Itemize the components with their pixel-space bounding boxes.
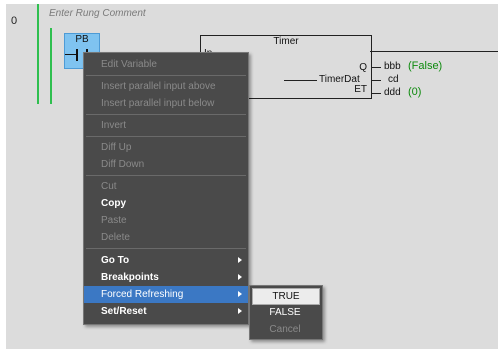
menu-item-delete: Delete — [101, 232, 130, 243]
menu-separator — [86, 248, 246, 249]
et-output-value: (0) — [408, 86, 422, 98]
data-output-wire — [371, 80, 381, 81]
menu-separator — [86, 175, 246, 176]
timer-et-pin: ET — [354, 84, 367, 95]
q-output-wire — [371, 67, 381, 68]
menu-item-invert: Invert — [101, 120, 127, 131]
menu-item-forced-refreshing[interactable]: Forced Refreshing — [84, 286, 248, 303]
menu-item-insert-parallel-above: Insert parallel input above — [101, 81, 216, 92]
timer-data-pin: TimerDat — [319, 74, 360, 85]
menu-separator — [86, 114, 246, 115]
timer-data-wire — [284, 80, 317, 81]
menu-item-diff-down: Diff Down — [101, 159, 145, 170]
menu-separator — [86, 136, 246, 137]
rung-comment[interactable]: Enter Rung Comment — [49, 8, 146, 19]
menu-item-forced-refreshing-label: Forced Refreshing — [101, 289, 184, 300]
timer-title: Timer — [273, 36, 299, 47]
menu-item-breakpoints[interactable]: Breakpoints — [84, 269, 248, 286]
menu-item-cut: Cut — [101, 181, 117, 192]
contact-label: PB — [75, 34, 89, 45]
menu-item-set-reset-label: Set/Reset — [101, 306, 147, 317]
submenu-item-true[interactable]: TRUE — [252, 288, 320, 305]
menu-item-go-to[interactable]: Go To — [84, 252, 248, 269]
menu-item-paste: Paste — [101, 215, 127, 226]
menu-item-breakpoints-label: Breakpoints — [101, 272, 159, 283]
rung-top-line — [370, 51, 498, 52]
submenu-arrow-icon — [238, 257, 242, 263]
submenu-arrow-icon — [238, 291, 242, 297]
context-menu: Edit Variable Insert parallel input abov… — [83, 52, 249, 325]
left-power-rail — [37, 4, 39, 104]
submenu-arrow-icon — [238, 308, 242, 314]
menu-separator — [86, 75, 246, 76]
forced-refreshing-submenu: TRUE FALSE Cancel — [249, 285, 323, 340]
menu-item-edit-variable: Edit Variable — [101, 59, 157, 70]
menu-item-diff-up: Diff Up — [101, 142, 132, 153]
menu-item-go-to-label: Go To — [101, 255, 130, 266]
q-output-value: (False) — [408, 60, 443, 72]
timer-q-pin: Q — [359, 62, 367, 73]
submenu-item-false[interactable]: FALSE — [252, 305, 318, 320]
rung-number: 0 — [11, 15, 18, 27]
menu-item-copy[interactable]: Copy — [84, 195, 248, 212]
menu-item-set-reset[interactable]: Set/Reset — [84, 303, 248, 320]
et-output-variable[interactable]: ddd — [384, 87, 401, 98]
contact-wire-left — [65, 54, 76, 55]
contact-bar-left — [76, 49, 78, 61]
left-rail-segment — [50, 28, 52, 104]
q-output-variable[interactable]: bbb — [384, 61, 401, 72]
timer-data-variable[interactable]: cd — [388, 74, 399, 85]
submenu-arrow-icon — [238, 274, 242, 280]
submenu-item-cancel: Cancel — [269, 324, 301, 335]
et-output-wire — [371, 93, 381, 94]
menu-item-insert-parallel-below: Insert parallel input below — [101, 98, 215, 109]
